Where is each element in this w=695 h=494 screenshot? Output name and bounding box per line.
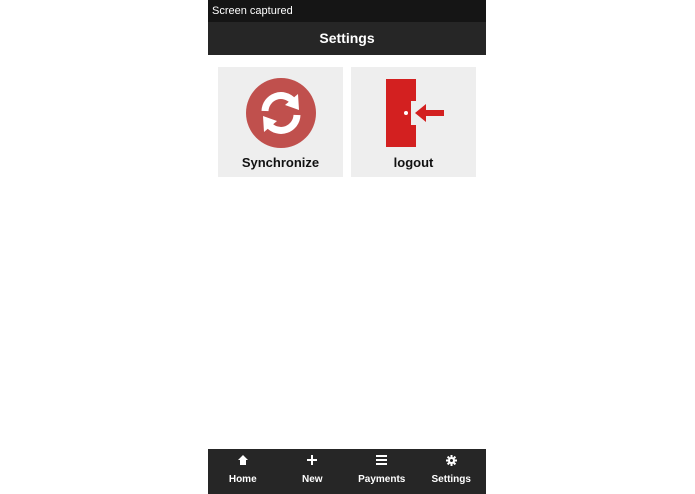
synchronize-label: Synchronize <box>241 155 320 170</box>
gear-icon <box>417 455 487 467</box>
logout-door-icon <box>386 79 444 147</box>
nav-payments-label: Payments <box>358 474 406 485</box>
bottom-navigation: Home New Payments Settings <box>208 449 486 494</box>
logout-button[interactable]: logout <box>351 67 476 177</box>
nav-new-label: New <box>301 474 323 485</box>
status-text: Screen captured <box>212 5 293 17</box>
app-screen: Screen captured Settings Synchronize log… <box>208 0 486 494</box>
list-icon <box>347 455 417 467</box>
sync-icon <box>246 78 316 148</box>
nav-settings-label: Settings <box>431 474 471 485</box>
nav-settings[interactable]: Settings <box>417 449 487 494</box>
logout-label: logout <box>393 155 434 170</box>
page-title: Settings <box>319 30 375 46</box>
synchronize-button[interactable]: Synchronize <box>218 67 343 177</box>
home-icon <box>208 455 278 467</box>
nav-payments[interactable]: Payments <box>347 449 417 494</box>
nav-home-label: Home <box>228 474 257 485</box>
header-bar: Settings <box>208 22 486 55</box>
status-bar: Screen captured <box>208 0 486 22</box>
plus-icon <box>278 455 348 467</box>
nav-new[interactable]: New <box>278 449 348 494</box>
nav-home[interactable]: Home <box>208 449 278 494</box>
